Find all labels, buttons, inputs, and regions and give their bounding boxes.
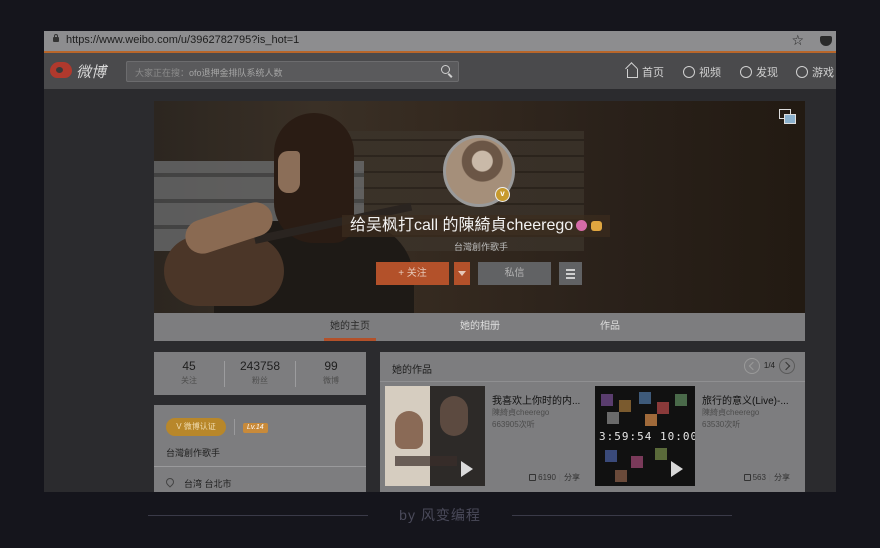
nav-home[interactable]: 首页: [627, 64, 664, 80]
prev-page-icon[interactable]: [743, 357, 760, 374]
weibo-eye-icon: [50, 62, 72, 78]
like-icon[interactable]: [529, 474, 537, 481]
follow-button[interactable]: + 关注: [376, 262, 449, 285]
page-indicator: 1/4: [763, 361, 775, 371]
stat-following[interactable]: 45 关注: [154, 359, 224, 386]
game-icon: [796, 66, 808, 78]
crown-badge-icon[interactable]: [591, 221, 603, 231]
share-link[interactable]: 分享: [774, 473, 790, 482]
profile-info-panel: V 微博认证 Lv.14 台灣創作歌手 台湾 台北市: [154, 405, 366, 492]
location-pin-icon: [164, 476, 176, 488]
credit-text: by 风变编程: [399, 507, 481, 523]
work-title[interactable]: 旅行的意义(Live)-...: [702, 392, 796, 407]
profile-tabs: 她的主页 她的相册 作品: [154, 313, 805, 341]
work-card[interactable]: 我喜欢上你时的内... 陳綺貞cheerego 663905次听 6190 | 分享: [380, 386, 585, 491]
level-badge[interactable]: Lv.14: [243, 423, 268, 433]
work-artist: 陳綺貞cheerego: [492, 408, 550, 417]
work-cover-image[interactable]: 3:59:54 10:00: [595, 386, 695, 486]
tab-album[interactable]: 她的相册: [460, 313, 500, 341]
tab-works[interactable]: 作品: [600, 313, 620, 341]
like-count[interactable]: 563: [753, 473, 766, 482]
browser-window: https://www.weibo.com/u/3962782795?is_ho…: [44, 31, 836, 492]
works-title: 她的作品: [392, 365, 432, 376]
work-plays: 663905次听: [492, 420, 535, 429]
tab-home[interactable]: 她的主页: [324, 313, 376, 341]
message-button[interactable]: 私信: [478, 262, 551, 285]
share-link[interactable]: 分享: [564, 473, 580, 482]
star-icon[interactable]: ☆: [791, 32, 804, 49]
weibo-header: 微博 大家正在搜：ofo退押金排队系统人数 首页 视频 发现 游戏: [44, 53, 836, 89]
url-text[interactable]: https://www.weibo.com/u/3962782795?is_ho…: [66, 34, 299, 46]
play-icon[interactable]: [671, 461, 683, 477]
nav-discover[interactable]: 发现: [740, 64, 778, 80]
profile-cover: v 给吴枫打call 的陳綺貞cheerego 台灣創作歌手 + 关注 私信: [154, 101, 805, 313]
like-icon[interactable]: [743, 474, 751, 481]
work-cover-image[interactable]: [385, 386, 485, 486]
follow-dropdown-button[interactable]: [454, 262, 470, 285]
profile-name: 给吴枫打call 的陳綺貞cheerego: [342, 215, 611, 237]
work-actions: 6190 | 分享: [492, 472, 580, 483]
like-count[interactable]: 6190: [538, 473, 556, 482]
profile-about: 台灣創作歌手: [166, 448, 221, 458]
stat-posts[interactable]: 99 微博: [296, 359, 366, 386]
more-menu-button[interactable]: [559, 262, 582, 285]
profile-bio: 台灣創作歌手: [454, 242, 509, 252]
play-icon[interactable]: [461, 461, 473, 477]
nav-game[interactable]: 游戏: [796, 64, 834, 80]
cover-clock-text: 3:59:54 10:00: [599, 430, 695, 443]
pocket-icon[interactable]: [820, 36, 832, 46]
search-input[interactable]: 大家正在搜：ofo退押金排队系统人数: [126, 61, 459, 82]
verified-badge[interactable]: V 微博认证: [166, 418, 226, 436]
profile-location: 台湾 台北市: [164, 476, 232, 490]
avatar[interactable]: v: [443, 135, 515, 207]
verified-v-icon: v: [495, 187, 510, 202]
work-card[interactable]: 3:59:54 10:00 旅行的意义(Live)-... 陳綺貞cheereg…: [590, 386, 795, 491]
video-icon: [683, 66, 695, 78]
work-plays: 63530次听: [702, 420, 741, 429]
home-icon: [627, 69, 638, 78]
stats-panel: 45 关注 243758 粉丝 99 微博: [154, 352, 366, 395]
next-page-icon[interactable]: [779, 357, 795, 374]
nav-video[interactable]: 视频: [683, 64, 721, 80]
works-panel: 她的作品 1/4 我喜欢上你时的内... 陳綺貞cheerego 663905次…: [380, 352, 805, 492]
work-actions: 563 | 分享: [702, 472, 790, 483]
work-title[interactable]: 我喜欢上你时的内...: [492, 392, 586, 407]
logo-text: 微博: [76, 64, 107, 81]
search-icon[interactable]: [441, 65, 450, 74]
compass-icon: [740, 66, 752, 78]
stat-fans[interactable]: 243758 粉丝: [225, 359, 295, 386]
work-artist: 陳綺貞cheerego: [702, 408, 760, 417]
address-bar[interactable]: https://www.weibo.com/u/3962782795?is_ho…: [44, 31, 836, 53]
change-cover-icon[interactable]: [779, 109, 797, 125]
search-placeholder: 大家正在搜：ofo退押金排队系统人数: [135, 68, 283, 78]
works-pager: 1/4: [743, 357, 795, 375]
lock-icon: [53, 34, 59, 42]
badge-icon[interactable]: [576, 220, 588, 231]
